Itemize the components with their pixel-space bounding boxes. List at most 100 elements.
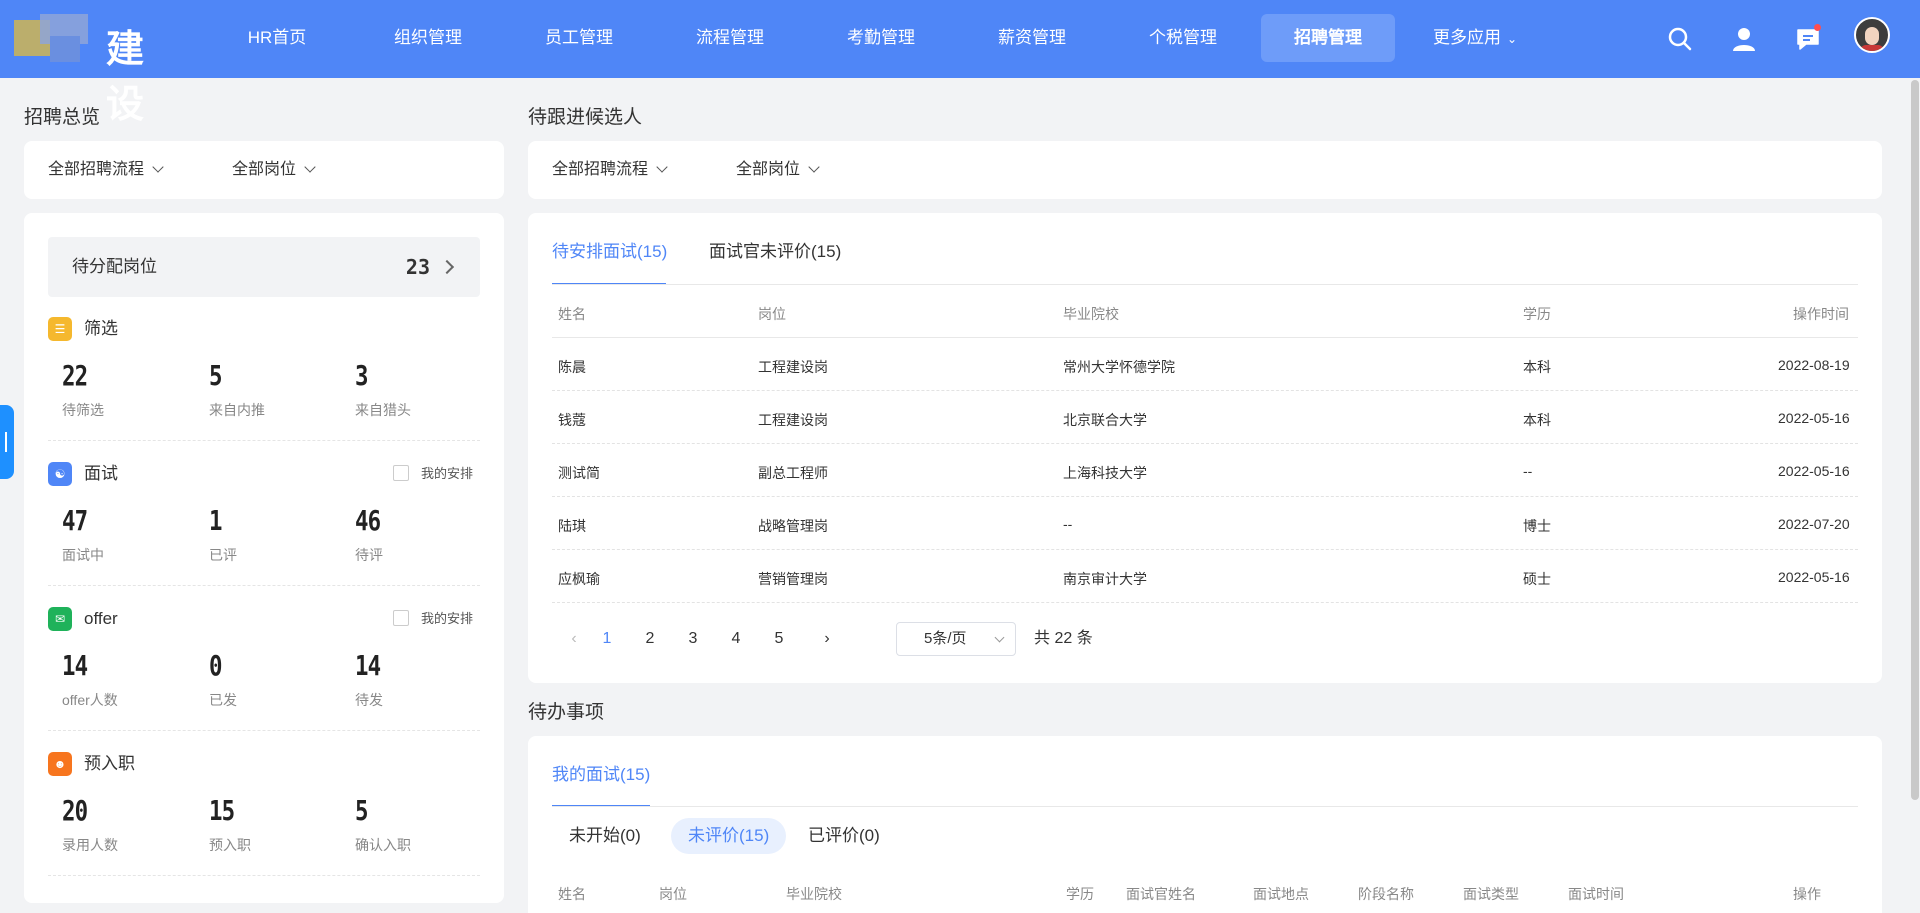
next-page-button[interactable]: › — [815, 622, 839, 656]
group-interview-header: ☯ 面试 我的安排 — [48, 462, 488, 486]
nav-item-more-apps[interactable]: 更多应用 ⌄ — [1408, 14, 1542, 62]
overview-position-filter[interactable]: 全部岗位 — [232, 141, 316, 199]
tab-my-interviews[interactable]: 我的面试(15) — [552, 760, 650, 785]
candidates-position-filter[interactable]: 全部岗位 — [736, 141, 820, 199]
cell-name[interactable]: 陈晨 — [558, 357, 586, 377]
cell-school: 常州大学怀德学院 — [1063, 359, 1175, 375]
stat-offer-sent[interactable]: 0 已发 — [209, 649, 339, 710]
tab-label: 我的面试 — [552, 765, 620, 784]
stat-referral[interactable]: 5 来自内推 — [209, 359, 339, 420]
stat-value: 5 — [209, 359, 222, 392]
scrollbar[interactable] — [1910, 78, 1920, 913]
cell-school: 上海科技大学 — [1063, 465, 1147, 481]
company-logo[interactable]: 建设 — [14, 14, 184, 126]
col-header-interview-time: 面试时间 — [1568, 886, 1624, 902]
stat-to-evaluate[interactable]: 46 待评 — [355, 504, 485, 565]
cell-name[interactable]: 钱蔻 — [558, 410, 586, 430]
nav-label: 更多应用 — [1432, 28, 1501, 47]
page-3-button[interactable]: 3 — [681, 622, 705, 656]
page-5-button[interactable]: 5 — [767, 622, 791, 656]
my-arrangement-checkbox[interactable] — [393, 610, 409, 626]
row-divider — [552, 602, 1858, 603]
search-icon[interactable] — [1666, 25, 1694, 53]
overview-filter-bar: 全部招聘流程 全部岗位 — [24, 141, 504, 199]
stat-value: 20 — [62, 794, 88, 827]
divider — [48, 585, 480, 586]
page-1-button[interactable]: 1 — [595, 622, 619, 656]
cell-position: 工程建设岗 — [758, 359, 828, 375]
group-offer-header: ✉ offer 我的安排 — [48, 607, 488, 631]
mail-icon: ✉ — [48, 607, 72, 631]
group-name: offer — [84, 609, 118, 628]
col-header-name: 姓名 — [558, 306, 586, 322]
stat-to-screen[interactable]: 22 待筛选 — [62, 359, 192, 420]
nav-item-attendance[interactable]: 考勤管理 — [814, 14, 948, 62]
stat-offer-pending[interactable]: 14 待发 — [355, 649, 485, 710]
nav-label: 流程管理 — [696, 28, 764, 47]
row-divider — [552, 443, 1858, 444]
scrollbar-thumb[interactable] — [1911, 80, 1919, 800]
user-icon[interactable] — [1730, 25, 1758, 53]
candidates-title: 待跟进候选人 — [528, 107, 643, 128]
nav-item-tax[interactable]: 个税管理 — [1116, 14, 1250, 62]
my-arrangement-checkbox[interactable] — [393, 465, 409, 481]
avatar[interactable] — [1854, 17, 1890, 53]
my-arrangement-label: 我的安排 — [421, 466, 474, 481]
cell-education: 博士 — [1523, 518, 1551, 534]
page-4-button[interactable]: 4 — [724, 622, 748, 656]
pagination-total: 共 22 条 — [1034, 630, 1093, 647]
nav-item-salary[interactable]: 薪资管理 — [965, 14, 1099, 62]
cell-name[interactable]: 应枫瑜 — [558, 569, 600, 589]
filter-label: 全部岗位 — [736, 161, 801, 178]
nav-item-recruitment[interactable]: 招聘管理 — [1261, 14, 1395, 62]
cell-name[interactable]: 测试简 — [558, 463, 600, 483]
person-icon: ☻ — [48, 752, 72, 776]
page-size-select[interactable]: 5条/页 — [896, 622, 1016, 656]
tab-to-schedule-interview[interactable]: 待安排面试(15) — [552, 237, 667, 262]
stat-offer-count[interactable]: 14 offer人数 — [62, 649, 192, 710]
candidates-flow-filter[interactable]: 全部招聘流程 — [552, 141, 668, 199]
overview-flow-filter[interactable]: 全部招聘流程 — [48, 141, 164, 199]
col-header-interviewer: 面试官姓名 — [1126, 886, 1196, 902]
row-divider — [552, 390, 1858, 391]
cell-time: 2022-05-16 — [1778, 463, 1850, 479]
nav-item-workflow[interactable]: 流程管理 — [663, 14, 797, 62]
cell-position: 营销管理岗 — [758, 571, 828, 587]
stat-label: 已评 — [209, 547, 237, 563]
nav-label: 组织管理 — [394, 28, 462, 47]
stat-interviewing[interactable]: 47 面试中 — [62, 504, 192, 565]
subtab-evaluated[interactable]: 已评价(0) — [791, 818, 897, 854]
chevron-down-icon — [994, 632, 1005, 643]
stat-value: 15 — [209, 794, 235, 827]
prev-page-button[interactable]: ‹ — [562, 622, 586, 656]
stat-value: 0 — [209, 649, 222, 682]
cell-name[interactable]: 陆琪 — [558, 516, 586, 536]
pending-label: 待分配岗位 — [72, 257, 157, 276]
stat-hired[interactable]: 20 录用人数 — [62, 794, 192, 855]
subtab-not-evaluated[interactable]: 未评价(15) — [671, 818, 787, 854]
cell-education: -- — [1523, 463, 1533, 479]
tab-interviewer-unevaluated[interactable]: 面试官未评价(15) — [709, 237, 841, 262]
candidates-card: 待安排面试(15) 面试官未评价(15) 姓名 岗位 毕业院校 学历 操作时间 … — [528, 213, 1882, 683]
col-header-time: 操作时间 — [1793, 306, 1849, 322]
group-name: 预入职 — [84, 754, 135, 773]
nav-item-org[interactable]: 组织管理 — [361, 14, 495, 62]
stat-value: 1 — [209, 504, 222, 537]
page-2-button[interactable]: 2 — [638, 622, 662, 656]
divider — [48, 730, 480, 731]
subtab-not-started[interactable]: 未开始(0) — [552, 818, 658, 854]
stat-headhunter[interactable]: 3 来自猎头 — [355, 359, 485, 420]
nav-label: 薪资管理 — [998, 28, 1066, 47]
stat-evaluated[interactable]: 1 已评 — [209, 504, 339, 565]
row-divider — [552, 549, 1858, 550]
nav-item-hr-home[interactable]: HR首页 — [210, 14, 344, 62]
pending-positions-row[interactable]: 待分配岗位 23 — [48, 237, 480, 297]
stat-confirmed[interactable]: 5 确认入职 — [355, 794, 485, 855]
nav-item-employee[interactable]: 员工管理 — [512, 14, 646, 62]
col-header-school: 毕业院校 — [786, 886, 842, 902]
stat-label: 面试中 — [62, 547, 104, 563]
stat-preboarding[interactable]: 15 预入职 — [209, 794, 339, 855]
side-drawer-handle[interactable] — [0, 405, 14, 479]
todo-title: 待办事项 — [528, 702, 605, 723]
stat-label: 录用人数 — [62, 837, 118, 853]
